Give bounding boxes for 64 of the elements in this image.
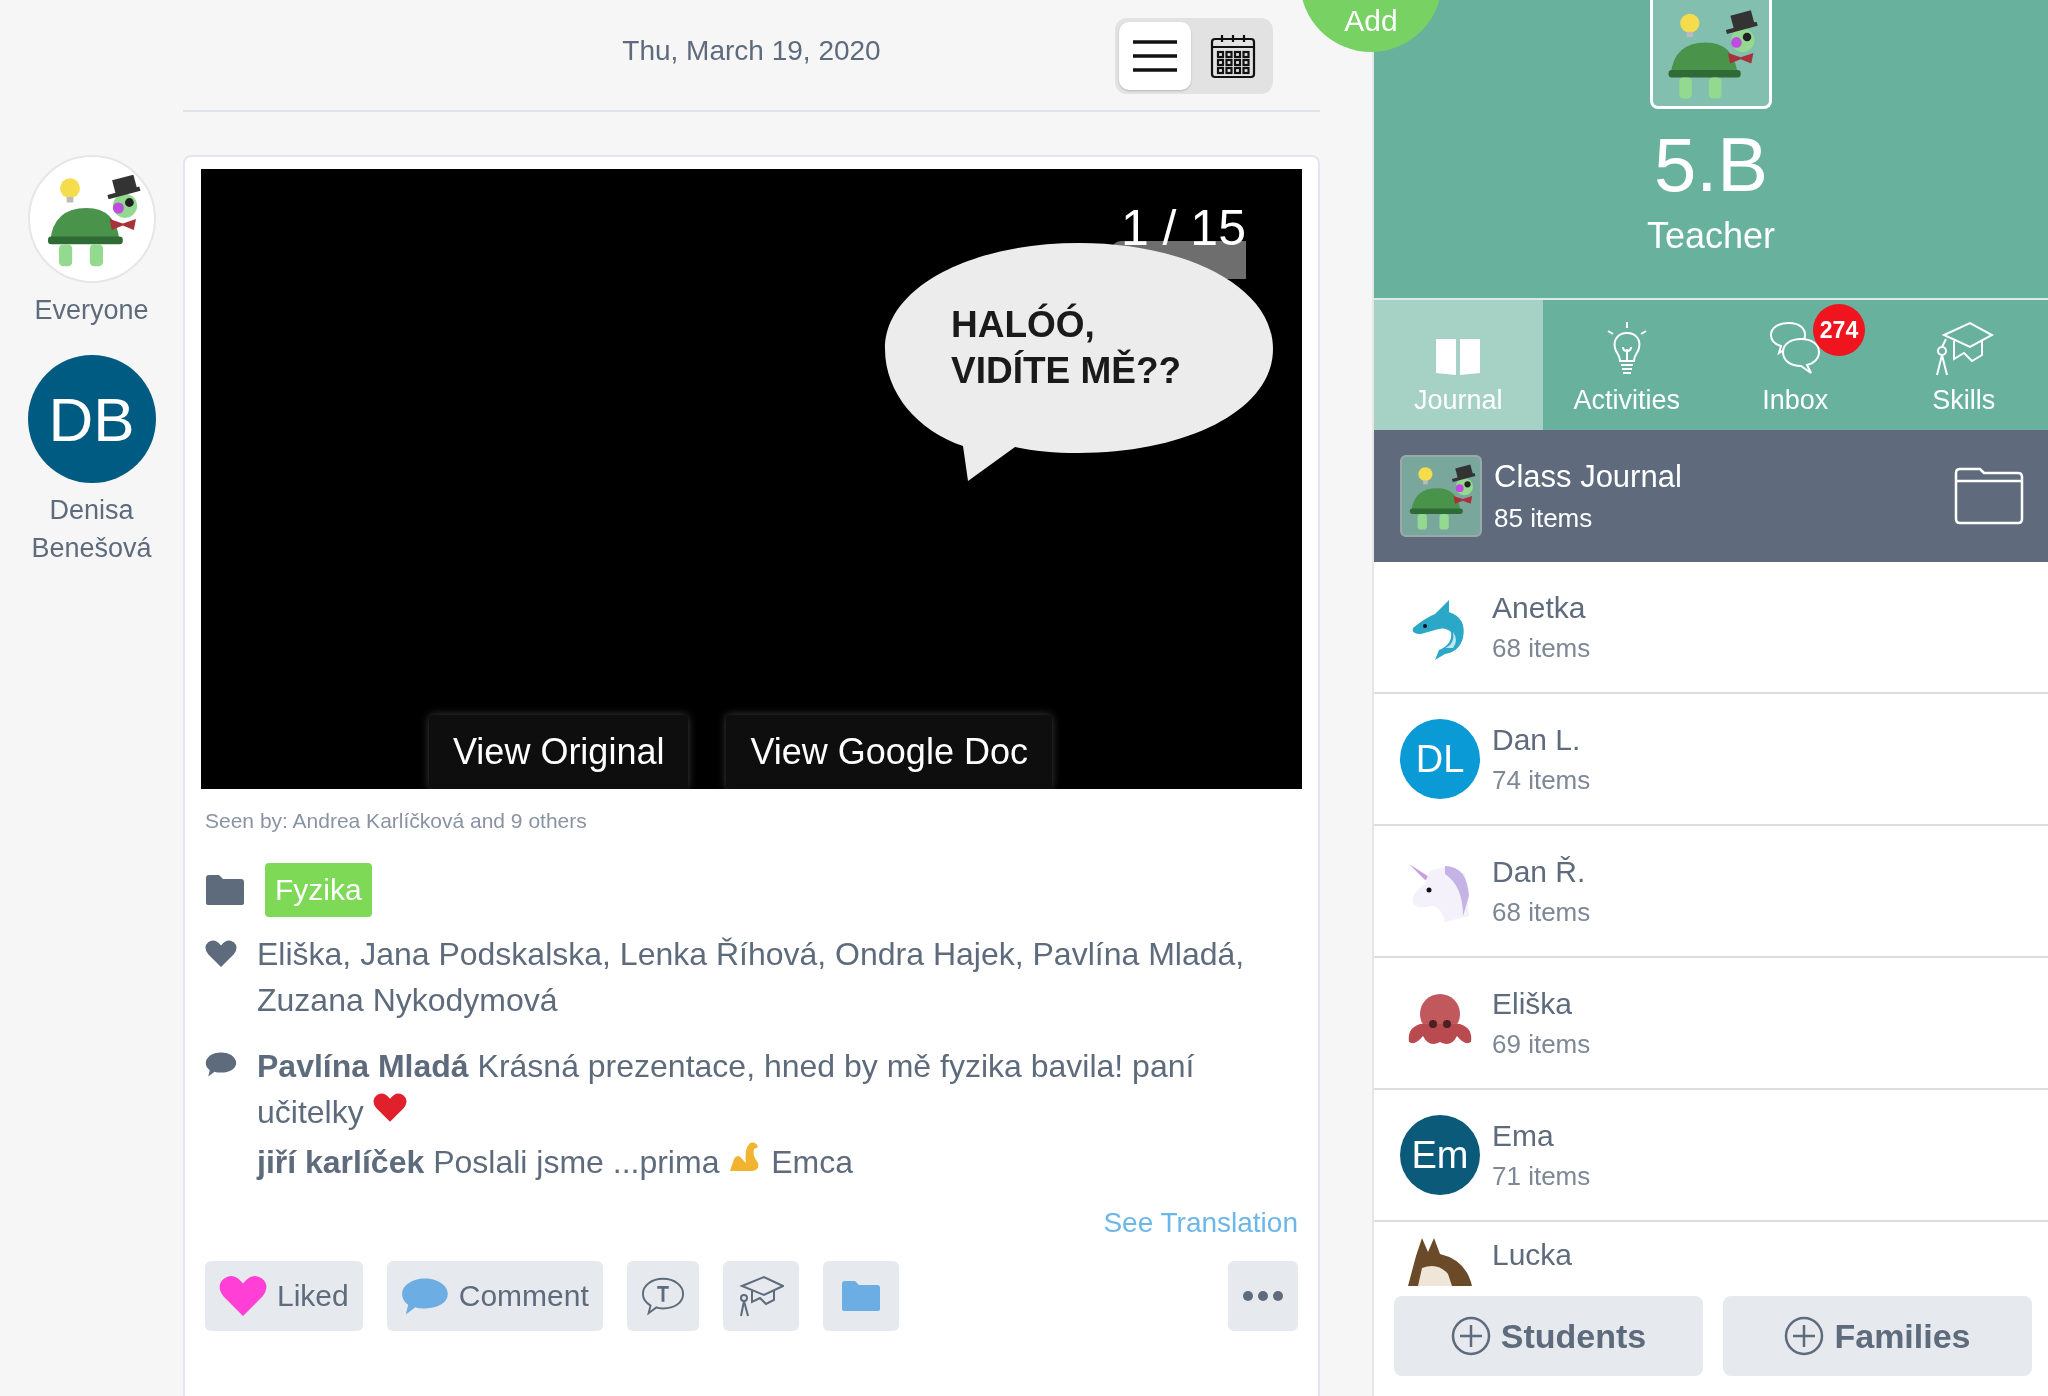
student-name: Anetka: [1492, 590, 1587, 625]
slide-button[interactable]: View Google Doc: [726, 715, 1052, 789]
add-people-button[interactable]: Students: [1394, 1296, 1703, 1376]
class-name: 5.B: [1653, 123, 1769, 207]
class-journal-row[interactable]: Class Journal 85 items: [1374, 430, 2048, 562]
count-badge: 274: [1813, 304, 1865, 356]
initials-avatar[interactable]: DB: [27, 355, 156, 483]
slide-button[interactable]: View Original: [429, 715, 689, 789]
comment-text: učitelky: [257, 1093, 364, 1132]
more-icon: [1242, 1290, 1284, 1302]
student-name: Lucka: [1492, 1238, 1574, 1272]
item-count: 68 items: [1492, 632, 1592, 664]
audience-label[interactable]: Everyone: [34, 291, 149, 329]
journal-title: Class Journal: [1494, 458, 1683, 495]
like-button[interactable]: Liked: [205, 1261, 363, 1331]
comment-text: Emca: [771, 1143, 853, 1182]
comment-button[interactable]: Comment: [386, 1261, 603, 1331]
likes-list: Eliška, Jana Podskalska, Lenka Říhová, Ondra Hajek, Pavlína Mladá, Zuzana Nykodymová: [257, 931, 1302, 1023]
item-count: 71 items: [1492, 1160, 1592, 1192]
heart-emoji-icon: [372, 1092, 407, 1123]
text-bubble-icon: [640, 1276, 685, 1316]
text-button[interactable]: [626, 1261, 699, 1331]
calendar-icon: [1210, 33, 1256, 79]
comment-text: Pavlína Mladá Krásná prezentace, hned by mě fyzika bavila! paní: [257, 1047, 1195, 1086]
heart-icon: [219, 1274, 267, 1318]
nav-tab[interactable]: Inbox 274: [1711, 300, 1880, 430]
student-row[interactable]: Lucka: [1374, 1222, 2048, 1292]
item-count: 85 items: [1494, 502, 1594, 534]
initials-avatar: Em: [1400, 1115, 1480, 1195]
graduation-cap-icon: [737, 1274, 784, 1318]
folder-icon: [840, 1280, 881, 1312]
student-name: Dan L.: [1492, 722, 1582, 757]
plus-circle-icon: [1450, 1316, 1491, 1356]
skills-button[interactable]: [722, 1261, 799, 1331]
student-name: Eliška: [1492, 986, 1574, 1021]
horse-icon: [1408, 1238, 1472, 1286]
speech-bubble-icon: [400, 1275, 449, 1317]
heart-icon: [205, 939, 237, 968]
date-label: Thu, March 19, 2020: [622, 35, 881, 68]
student-row[interactable]: Eliška 69 items: [1374, 958, 2048, 1090]
plus-circle-icon: [1784, 1316, 1825, 1356]
book-icon: [1435, 337, 1482, 377]
graduation-cap-icon: [1933, 321, 1994, 377]
item-count: 68 items: [1492, 896, 1592, 928]
folder-icon: [205, 874, 245, 906]
add-people-button[interactable]: Families: [1723, 1296, 2032, 1376]
student-name: Dan Ř.: [1492, 854, 1587, 889]
initials-avatar: DL: [1400, 719, 1480, 799]
comment-text: jiří karlíček Poslali jsme ...prima: [257, 1143, 720, 1182]
item-count: 69 items: [1492, 1028, 1592, 1060]
student-name: Ema: [1492, 1118, 1555, 1153]
role-label: Teacher: [1646, 215, 1776, 257]
audience-label[interactable]: Denisa Benešová: [16, 491, 167, 567]
more-button[interactable]: [1228, 1261, 1298, 1331]
menu-icon: [1132, 39, 1178, 73]
view-toggle-button[interactable]: [1119, 22, 1191, 90]
bubble-text: HALÓÓ, VIDÍTE MĚ??: [951, 302, 1182, 393]
folder-icon: [1954, 467, 2024, 525]
item-count: 74 items: [1492, 764, 1592, 796]
student-row[interactable]: Anetka 68 items: [1374, 562, 2048, 694]
student-row[interactable]: Dan Ř. 68 items: [1374, 826, 2048, 958]
comment-icon: [205, 1051, 237, 1079]
page-counter: 1 / 15: [1120, 199, 1246, 257]
seen-by-text: Seen by: Andrea Karlíčková and 9 others: [205, 809, 588, 833]
